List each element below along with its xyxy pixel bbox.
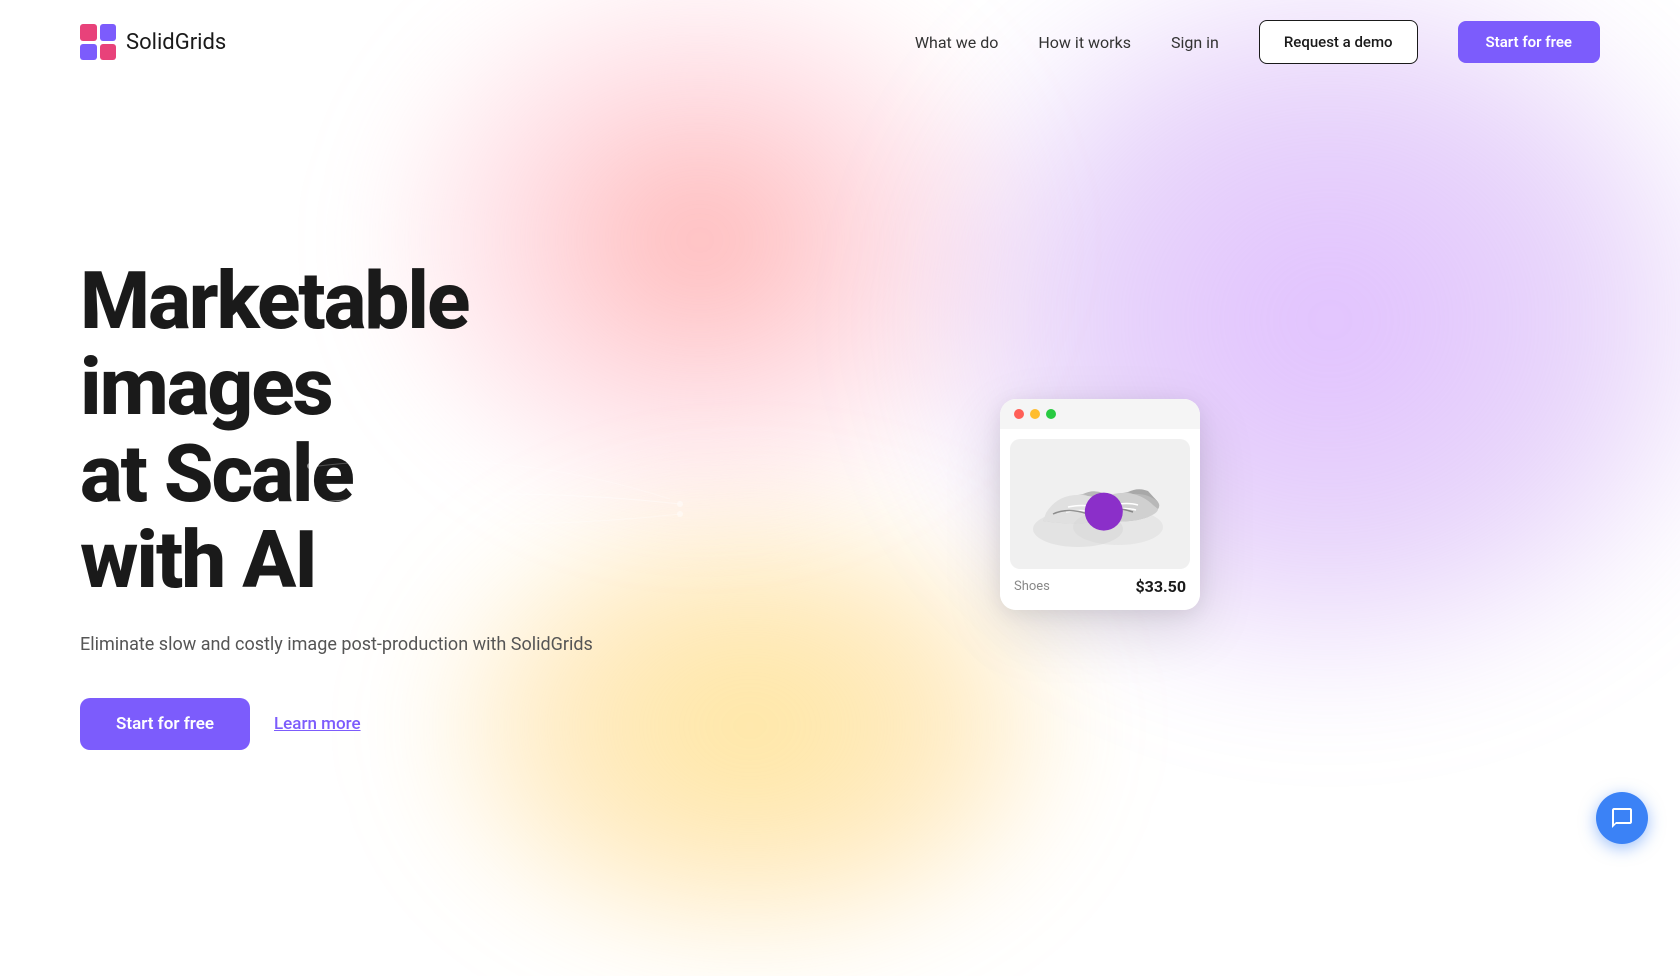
shoe-illustration: [1010, 439, 1190, 569]
shoe-label: Shoes: [1014, 579, 1050, 594]
product-card-mockup: Shoes $33.50: [1000, 399, 1200, 610]
start-for-free-hero-button[interactable]: Start for free: [80, 698, 250, 750]
nav-sign-in[interactable]: Sign in: [1171, 33, 1219, 52]
chat-button[interactable]: [1596, 792, 1648, 844]
learn-more-button[interactable]: Learn more: [274, 714, 361, 734]
shoe-image: [1010, 439, 1190, 569]
hero-buttons: Start for free Learn more: [80, 698, 600, 750]
brand-name: SolidGrids: [126, 30, 226, 55]
hero-title: Marketable images at Scale with AI: [80, 258, 600, 604]
browser-dot-green: [1046, 409, 1056, 419]
purple-dot-overlay: [1085, 492, 1123, 530]
hero-content: Marketable images at Scale with AI Elimi…: [80, 258, 600, 751]
browser-dot-yellow: [1030, 409, 1040, 419]
request-demo-button[interactable]: Request a demo: [1259, 20, 1418, 64]
nav-links: What we do How it works Sign in Request …: [915, 20, 1600, 64]
hero-section: Marketable images at Scale with AI Elimi…: [0, 84, 1680, 864]
browser-bar: [1000, 399, 1200, 429]
logo[interactable]: SolidGrids: [80, 24, 226, 60]
hero-subtitle: Eliminate slow and costly image post-pro…: [80, 631, 600, 658]
start-for-free-nav-button[interactable]: Start for free: [1458, 21, 1600, 63]
nav-what-we-do[interactable]: What we do: [915, 33, 999, 52]
shoe-price: $33.50: [1135, 577, 1186, 596]
logo-icon: [80, 24, 116, 60]
browser-content: Shoes $33.50: [1000, 429, 1200, 610]
hero-visual: Shoes $33.50: [600, 399, 1600, 610]
card-footer: Shoes $33.50: [1010, 569, 1190, 600]
chat-icon: [1610, 806, 1634, 830]
nav-how-it-works[interactable]: How it works: [1038, 33, 1131, 52]
navbar: SolidGrids What we do How it works Sign …: [0, 0, 1680, 84]
browser-dot-red: [1014, 409, 1024, 419]
